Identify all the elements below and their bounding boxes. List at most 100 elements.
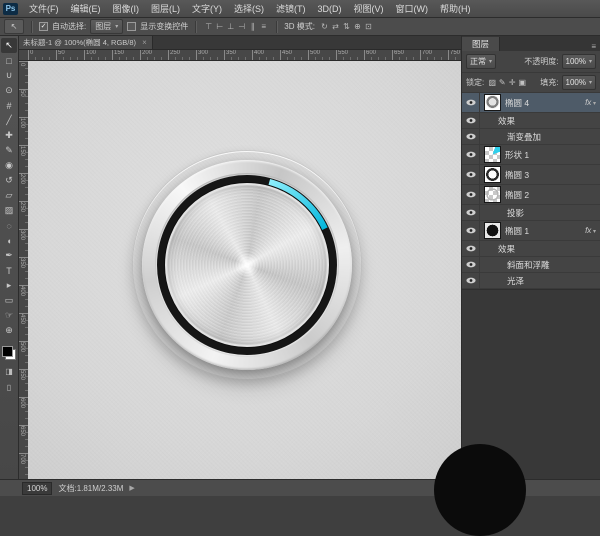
- layer-row[interactable]: 椭圆 1fx: [462, 221, 600, 241]
- visibility-eye-icon[interactable]: [462, 145, 480, 164]
- menu-item[interactable]: 帮助(H): [434, 1, 477, 17]
- menu-item[interactable]: 文件(F): [23, 1, 65, 17]
- 3d-scale-icon[interactable]: ⊡: [363, 22, 374, 31]
- layer-row[interactable]: 椭圆 2: [462, 185, 600, 205]
- path-selection-tool[interactable]: ▸: [1, 278, 17, 293]
- history-brush-tool[interactable]: ↺: [1, 173, 17, 188]
- layer-thumbnail[interactable]: [484, 94, 501, 111]
- dock-divider[interactable]: [461, 36, 462, 480]
- lock-image-pixels-icon[interactable]: ✎: [497, 78, 507, 87]
- align-vertical-centers-icon[interactable]: ⊢: [214, 22, 225, 31]
- ruler-tick: 300: [18, 229, 28, 257]
- panel-menu-icon[interactable]: ≡: [587, 42, 600, 51]
- eyedropper-tool[interactable]: ╱: [1, 113, 17, 128]
- layer-row[interactable]: 效果: [462, 241, 600, 257]
- layer-thumbnail[interactable]: [484, 146, 501, 163]
- layer-fx-badge[interactable]: fx: [585, 98, 600, 107]
- visibility-eye-icon[interactable]: [462, 257, 480, 272]
- visibility-eye-icon[interactable]: [462, 241, 480, 256]
- layer-row[interactable]: 斜面和浮雕: [462, 257, 600, 273]
- move-tool[interactable]: ↖: [1, 38, 17, 53]
- menu-item[interactable]: 文字(Y): [186, 1, 228, 17]
- align-bottom-edges-icon[interactable]: ⊥: [225, 22, 236, 31]
- eraser-tool[interactable]: ▱: [1, 188, 17, 203]
- layer-row[interactable]: 投影: [462, 205, 600, 221]
- layer-name: 渐变叠加: [507, 131, 541, 143]
- menu-item[interactable]: 滤镜(T): [270, 1, 312, 17]
- screen-mode-button[interactable]: ▯: [7, 383, 11, 392]
- hand-tool[interactable]: ☞: [1, 308, 17, 323]
- gradient-tool[interactable]: ▨: [1, 203, 17, 218]
- lock-all-icon[interactable]: ▣: [517, 78, 527, 87]
- align-top-edges-icon[interactable]: ⊤: [203, 22, 214, 31]
- 3d-roll-icon[interactable]: ⇄: [330, 22, 341, 31]
- ruler-tick: 300: [196, 50, 224, 60]
- healing-brush-tool[interactable]: ✚: [1, 128, 17, 143]
- show-transform-checkbox[interactable]: [127, 22, 136, 31]
- auto-select-checkbox[interactable]: ✓: [39, 22, 48, 31]
- layer-thumbnail[interactable]: [484, 222, 501, 239]
- pen-tool[interactable]: ✒: [1, 248, 17, 263]
- menu-item[interactable]: 视图(V): [348, 1, 390, 17]
- menu-item[interactable]: 编辑(E): [65, 1, 107, 17]
- visibility-eye-icon[interactable]: [462, 185, 480, 204]
- lock-position-icon[interactable]: ✛: [507, 78, 517, 87]
- align-right-edges-icon[interactable]: ≡: [258, 22, 269, 31]
- visibility-eye-icon[interactable]: [462, 113, 480, 128]
- status-popup-arrow-icon[interactable]: ▶: [129, 484, 134, 492]
- layer-row[interactable]: 形状 1: [462, 145, 600, 165]
- 3d-drag-icon[interactable]: ⇅: [341, 22, 352, 31]
- color-swatches[interactable]: [2, 346, 16, 360]
- zoom-tool[interactable]: ⊕: [1, 323, 17, 338]
- visibility-eye-icon[interactable]: [462, 221, 480, 240]
- auto-select-target-dropdown[interactable]: 图层: [90, 19, 123, 34]
- close-tab-icon[interactable]: ×: [142, 38, 147, 47]
- ruler-tick: 700: [420, 50, 448, 60]
- layer-row[interactable]: 效果: [462, 113, 600, 129]
- crop-tool[interactable]: #: [1, 98, 17, 113]
- canvas[interactable]: [28, 61, 461, 480]
- visibility-eye-icon[interactable]: [462, 129, 480, 144]
- layer-fx-badge[interactable]: fx: [585, 226, 600, 235]
- menu-item[interactable]: 3D(D): [312, 1, 348, 17]
- visibility-eye-icon[interactable]: [462, 93, 480, 112]
- zoom-level-field[interactable]: 100%: [22, 482, 52, 495]
- shape-tool[interactable]: ▭: [1, 293, 17, 308]
- clone-stamp-tool[interactable]: ◉: [1, 158, 17, 173]
- layer-row[interactable]: 椭圆 3: [462, 165, 600, 185]
- fill-dropdown[interactable]: 100%: [562, 75, 596, 90]
- opacity-dropdown[interactable]: 100%: [562, 54, 596, 69]
- quick-selection-tool[interactable]: ⊙: [1, 83, 17, 98]
- visibility-eye-icon[interactable]: [462, 205, 480, 220]
- dodge-tool[interactable]: ◖: [1, 233, 17, 248]
- layer-thumbnail[interactable]: [484, 186, 501, 203]
- foreground-color-swatch[interactable]: [2, 346, 13, 357]
- blur-tool[interactable]: ◌: [1, 218, 17, 233]
- visibility-eye-icon[interactable]: [462, 273, 480, 288]
- align-left-edges-icon[interactable]: ⊣: [236, 22, 247, 31]
- visibility-eye-icon[interactable]: [462, 165, 480, 184]
- auto-select-label: 自动选择:: [52, 21, 86, 32]
- type-tool[interactable]: T: [1, 263, 17, 278]
- layer-row[interactable]: 渐变叠加: [462, 129, 600, 145]
- lock-transparent-pixels-icon[interactable]: ▨: [487, 78, 497, 87]
- menu-item[interactable]: 图像(I): [107, 1, 146, 17]
- document-tab[interactable]: 未标题-1 @ 100%(椭圆 4, RGB/8) ×: [18, 36, 153, 49]
- menu-item[interactable]: 窗口(W): [390, 1, 435, 17]
- layer-thumbnail[interactable]: [484, 166, 501, 183]
- 3d-rotate-icon[interactable]: ↻: [319, 22, 330, 31]
- layer-row[interactable]: 椭圆 4fx: [462, 93, 600, 113]
- menu-item[interactable]: 选择(S): [228, 1, 270, 17]
- tab-layers[interactable]: 图层: [462, 37, 500, 51]
- blend-mode-dropdown[interactable]: 正常: [466, 54, 496, 69]
- menu-item[interactable]: 图层(L): [145, 1, 186, 17]
- current-tool-icon[interactable]: ↖: [4, 19, 24, 34]
- rectangular-marquee-tool[interactable]: □: [1, 53, 17, 68]
- lasso-tool[interactable]: ∪: [1, 68, 17, 83]
- 3d-slide-icon[interactable]: ⊕: [352, 22, 363, 31]
- horizontal-ruler[interactable]: 0501001502002503003504004505005506006507…: [28, 50, 461, 61]
- layer-row[interactable]: 光泽: [462, 273, 600, 289]
- brush-tool[interactable]: ✎: [1, 143, 17, 158]
- quick-mask-button[interactable]: ◨: [5, 367, 13, 376]
- align-horizontal-centers-icon[interactable]: ∥: [247, 22, 258, 31]
